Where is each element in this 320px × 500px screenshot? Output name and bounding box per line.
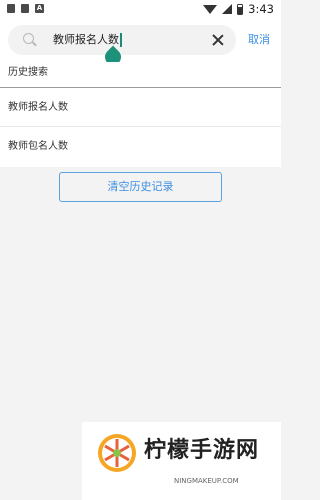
- text-cursor: [120, 33, 122, 47]
- wifi-icon: [203, 5, 218, 14]
- watermark: 柠檬手游网 NINGMAKEUP.COM: [82, 422, 281, 500]
- watermark-title: 柠檬手游网: [144, 438, 260, 463]
- search-input[interactable]: 教师报名人数: [8, 25, 236, 55]
- history-item-label: 教师报名人数: [8, 102, 68, 113]
- notification-icon: [21, 4, 29, 13]
- history-header: 历史搜索: [0, 62, 281, 88]
- watermark-subtitle: NINGMAKEUP.COM: [174, 477, 239, 485]
- search-icon: [23, 33, 34, 44]
- history-item-label: 教师包名人数: [8, 141, 68, 152]
- history-title: 历史搜索: [8, 67, 48, 78]
- status-bar-system: 3:43: [203, 2, 274, 16]
- app-a-icon: A: [35, 4, 44, 13]
- lemon-logo-icon: [98, 434, 136, 472]
- search-header: 教师报名人数 取消: [0, 18, 281, 62]
- search-input-value: 教师报名人数: [53, 33, 119, 46]
- signal-icon: [222, 4, 233, 14]
- status-bar: A 3:43: [0, 0, 281, 18]
- history-item[interactable]: 教师包名人数: [0, 127, 281, 167]
- clear-history-button[interactable]: 清空历史记录: [59, 172, 222, 202]
- battery-icon: [237, 3, 244, 15]
- close-icon[interactable]: [211, 33, 225, 47]
- history-item[interactable]: 教师报名人数: [0, 88, 281, 127]
- status-time: 3:43: [248, 2, 274, 16]
- notification-icon: [7, 4, 15, 13]
- cancel-button[interactable]: 取消: [248, 32, 270, 48]
- status-bar-notifications: A: [7, 4, 44, 13]
